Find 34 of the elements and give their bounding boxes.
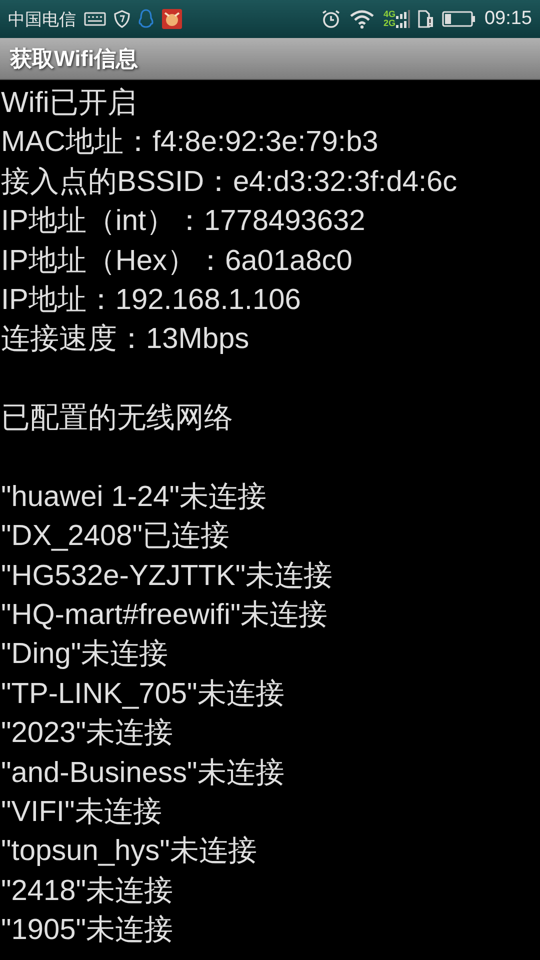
alarm-icon — [321, 9, 342, 29]
network-entry: "and-Business"未连接 — [0, 756, 286, 791]
app-icon — [162, 9, 182, 29]
clock-time: 09:15 — [484, 8, 532, 30]
info-line: IP地址（Hex）：6a01a8c0 — [0, 244, 354, 279]
signal-icon — [396, 19, 410, 28]
info-line: 接入点的BSSID：e4:d3:32:3f:d4:6c — [0, 164, 458, 200]
network-entry: "TP-LINK_705"未连接 — [0, 676, 286, 712]
info-line: IP地址：192.168.1.106 — [0, 282, 302, 318]
network-entry: "2023"未连接 — [0, 716, 174, 752]
network-entry: "HG532e-YZJTTK"未连接 — [0, 558, 334, 594]
section-heading: 已配置的无线网络 — [0, 401, 234, 436]
network-entry: "topsun_hys"未连接 — [0, 834, 258, 870]
network-entry: "VIFI"未连接 — [0, 795, 163, 830]
network-type-label: 2G — [383, 19, 396, 28]
shield-icon — [114, 10, 130, 28]
wifi-icon — [349, 9, 376, 29]
carrier-name: 中国电信 — [8, 8, 76, 30]
network-entry: "1905"未连接 — [0, 913, 174, 948]
info-line: IP地址（int）：1778493632 — [0, 204, 366, 240]
info-line: Wifi已开启 — [0, 86, 138, 121]
app-title: 获取Wifi信息 — [10, 44, 138, 72]
network-type-label: 4G — [383, 10, 396, 19]
network-entry: "Ding"未连接 — [0, 637, 170, 672]
info-line: 连接速度：13Mbps — [0, 322, 250, 358]
keyboard-icon — [84, 12, 106, 26]
network-entry: "huawei 1-24"未连接 — [0, 480, 268, 515]
battery-icon — [442, 11, 476, 27]
network-entry: "HQ-mart#freewifi"未连接 — [0, 598, 329, 634]
network-entry: "2418"未连接 — [0, 874, 174, 909]
signal-icon — [396, 10, 410, 19]
info-line: MAC地址：f4:8e:92:3e:79:b3 — [0, 125, 380, 160]
sim-card-icon — [418, 10, 434, 28]
network-entry: "DX_2408"已连接 — [0, 519, 231, 554]
